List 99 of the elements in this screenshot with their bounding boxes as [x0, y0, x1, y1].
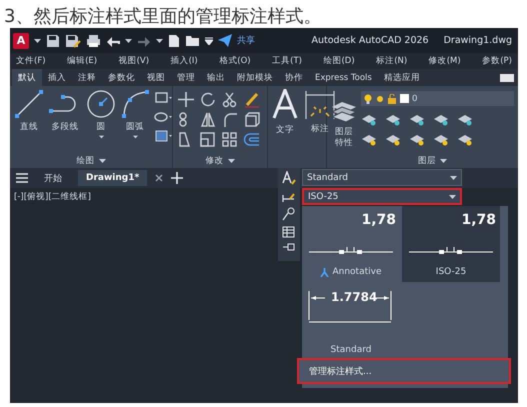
caret-icon	[34, 38, 41, 42]
table-style-icon[interactable]	[282, 225, 296, 239]
caret-icon	[440, 158, 447, 162]
caret-icon	[98, 158, 106, 162]
file-tab[interactable]: Drawing1*	[78, 170, 148, 186]
sun-icon	[375, 94, 385, 104]
offset-icon[interactable]	[243, 131, 261, 148]
layer-dropdown[interactable]: 0	[361, 91, 514, 106]
redo-icon[interactable]	[137, 34, 151, 46]
tool-label[interactable]: 圆	[96, 121, 106, 133]
dim-style-tile[interactable]: 1.7784 Standard	[302, 284, 400, 360]
tool-label[interactable]: 圆弧	[126, 121, 144, 133]
tool-label[interactable]: 标注	[311, 123, 329, 135]
caret-icon	[450, 176, 457, 180]
caret-icon	[449, 194, 456, 198]
eraser-icon[interactable]	[243, 91, 261, 108]
menu-item[interactable]: 视图(V)	[118, 55, 150, 67]
dimension-value: 1,78	[461, 212, 496, 228]
menu-item[interactable]: 工具(T)	[272, 55, 302, 67]
app-title: Autodesk AutoCAD 2026	[311, 35, 429, 46]
save-icon[interactable]	[46, 34, 60, 48]
dim-style-name: Standard	[330, 345, 372, 355]
paper-plane-icon[interactable]	[218, 34, 232, 47]
dimension-value: 1.7784	[331, 290, 378, 304]
viewport-label[interactable]: [-][俯视][二维线框]	[10, 188, 95, 206]
caption-text: 3、然后标注样式里面的管理标注样式。	[3, 5, 322, 28]
lock-icon	[388, 94, 397, 104]
ribbon-tab[interactable]: 注释	[72, 69, 102, 86]
menu-item[interactable]: 修改(M)	[428, 55, 461, 67]
dim-style-name: Annotative	[332, 267, 382, 277]
file-tab[interactable]: 开始	[36, 168, 70, 188]
new-file-icon[interactable]	[168, 34, 180, 48]
text-style-icon[interactable]	[282, 171, 296, 185]
dimension-icon[interactable]	[304, 89, 336, 121]
hatch-icon[interactable]	[154, 129, 172, 143]
array-icon[interactable]	[221, 131, 239, 148]
ribbon-tab[interactable]: 输出	[201, 69, 231, 86]
menu-item[interactable]: 插入(I)	[170, 55, 198, 67]
ribbon-tab[interactable]: 附加模块	[231, 69, 279, 86]
menu-item[interactable]: 文件(F)	[16, 55, 46, 67]
plus-icon[interactable]	[171, 172, 184, 184]
dimension-value: 1,78	[361, 212, 396, 228]
menu-item[interactable]: 绘图(D)	[323, 55, 355, 67]
undo-icon[interactable]	[106, 34, 120, 46]
line-icon[interactable]	[14, 89, 44, 119]
panel-title[interactable]: 绘图	[76, 154, 94, 166]
minimize-ribbon-button[interactable]	[500, 74, 514, 82]
ribbon-tab[interactable]: 管理	[171, 69, 201, 86]
bulb-icon	[364, 94, 372, 104]
menu-item[interactable]: 参数(P)	[482, 55, 512, 67]
ribbon-tab[interactable]: 参数化	[102, 69, 141, 86]
tool-label[interactable]: 文字	[276, 124, 294, 136]
ribbon-tab[interactable]: 视图	[141, 69, 171, 86]
scissors-icon[interactable]	[221, 91, 239, 108]
folder-icon[interactable]	[185, 34, 200, 47]
save-as-icon[interactable]	[65, 34, 81, 48]
rectangle-icon[interactable]	[154, 91, 172, 105]
menu-icon[interactable]	[16, 173, 28, 183]
caret-icon	[156, 38, 163, 42]
menu-item[interactable]: 编辑(E)	[67, 55, 98, 67]
caret-icon	[125, 38, 132, 42]
app-logo[interactable]: A	[13, 32, 29, 48]
scale-icon[interactable]	[199, 131, 217, 148]
layer-name: 0	[412, 94, 418, 104]
ellipse-icon[interactable]	[154, 110, 172, 124]
move-icon[interactable]	[177, 91, 195, 108]
leader-style-icon[interactable]	[282, 207, 296, 221]
caret-icon	[228, 158, 234, 162]
text-style-dropdown[interactable]: Standard	[302, 169, 462, 186]
menu-item[interactable]: 标注(N)	[376, 55, 408, 67]
print-icon[interactable]	[86, 34, 101, 48]
document-title: Drawing1.dwg	[444, 35, 512, 46]
close-icon[interactable]	[155, 174, 164, 182]
caret-icon	[98, 135, 104, 139]
dim-style-dropdown[interactable]: ISO-25	[302, 188, 462, 205]
circle-icon[interactable]	[86, 89, 116, 119]
dim-style-tile[interactable]: 1,78 ISO-25	[402, 206, 500, 282]
ribbon-tab[interactable]: 协作	[279, 69, 309, 86]
panel-title[interactable]: 修改	[206, 154, 224, 166]
ribbon-tab[interactable]: 插入	[42, 69, 72, 86]
color-swatch	[400, 94, 409, 103]
panel-title[interactable]: 图层	[418, 154, 436, 166]
ribbon-tab[interactable]: 默认	[12, 69, 42, 86]
ribbon-tab[interactable]: Express Tools	[309, 69, 378, 86]
tool-label[interactable]: 图层特性	[334, 127, 354, 150]
ribbon-tab[interactable]: 精选应用	[378, 69, 426, 86]
dropdown-icon[interactable]	[205, 36, 213, 44]
dim-style-name: ISO-25	[436, 267, 466, 277]
menu-item[interactable]: 格式(O)	[219, 55, 251, 67]
dim-style-tile[interactable]: 1,78 Annotative	[302, 206, 400, 282]
share-button[interactable]: 共享	[237, 34, 255, 47]
arc-icon[interactable]	[120, 89, 150, 119]
tool-label[interactable]: 多段线	[52, 121, 78, 133]
tool-label[interactable]: 直线	[20, 121, 38, 133]
rotate-icon[interactable]	[199, 91, 217, 108]
box-icon[interactable]	[243, 111, 261, 128]
caret-icon	[132, 135, 138, 139]
manage-dim-styles-item[interactable]: 管理标注样式...	[297, 358, 511, 384]
mirror-icon[interactable]	[199, 111, 217, 128]
